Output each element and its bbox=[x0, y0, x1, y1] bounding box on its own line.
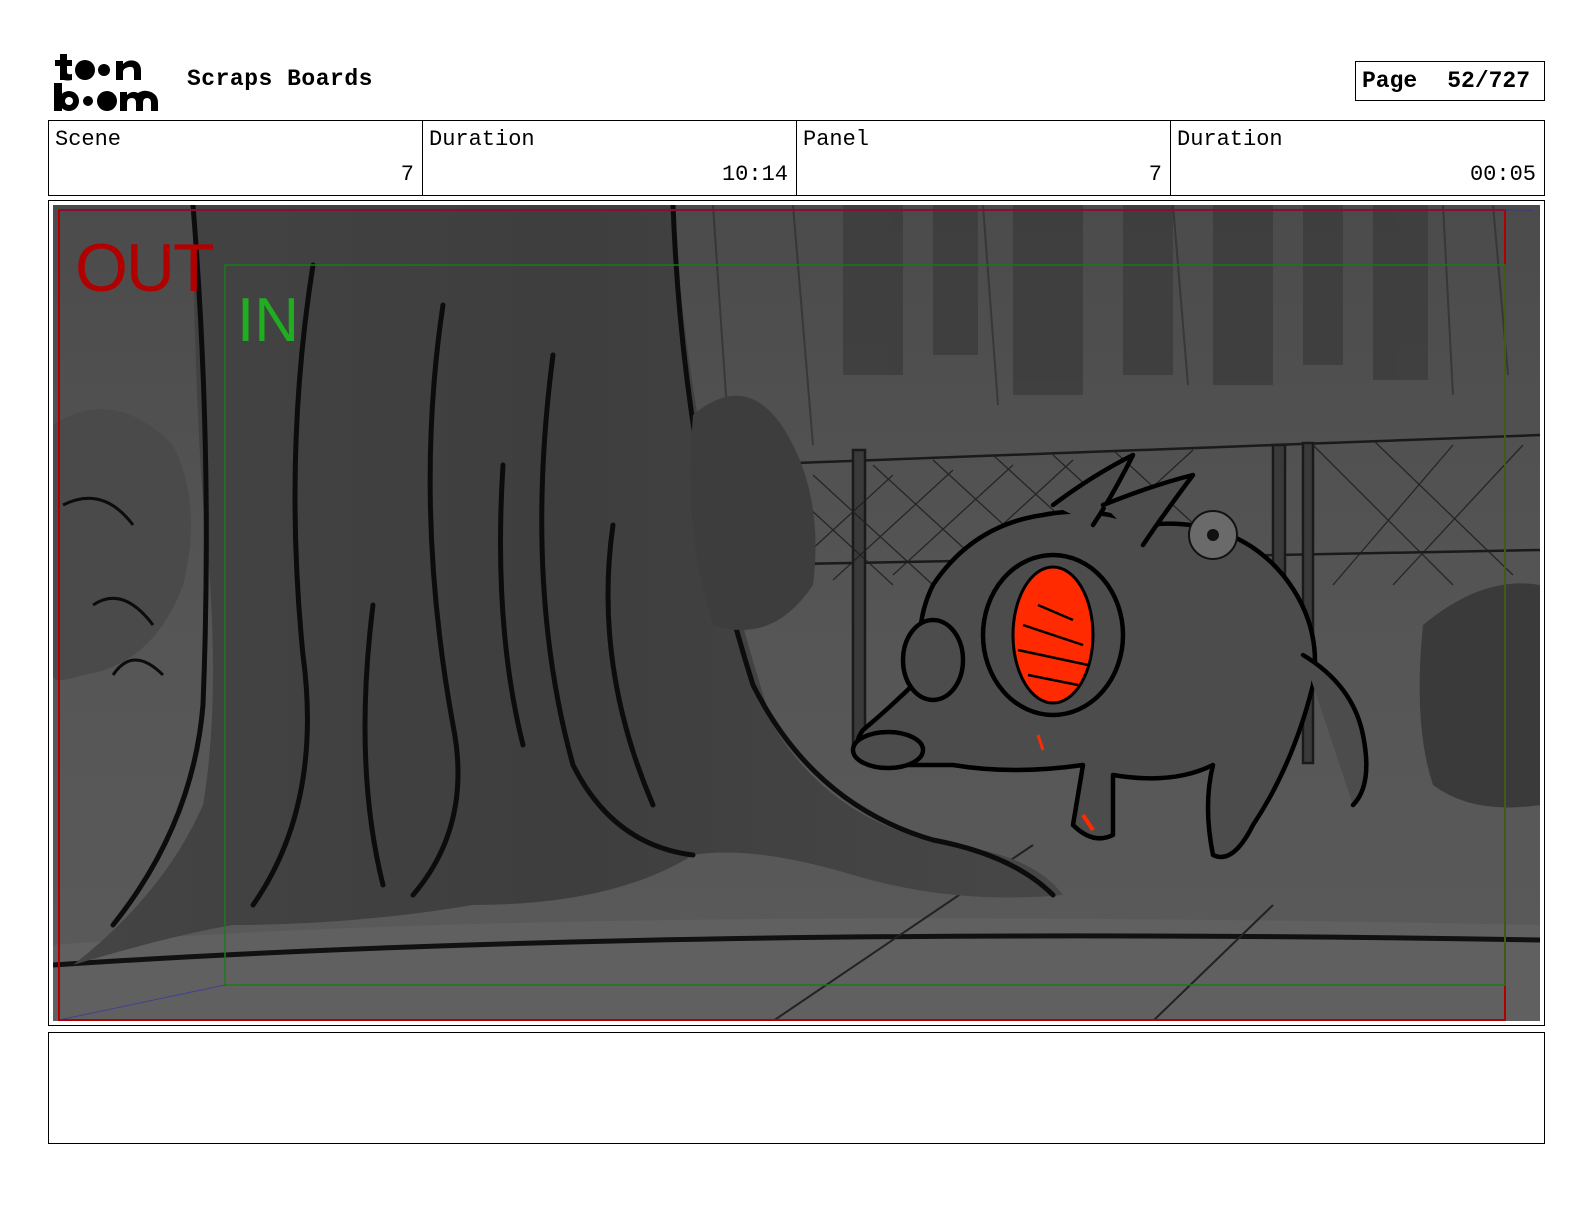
scene-value: 7 bbox=[400, 162, 414, 187]
scene-info-row: Scene 7 Duration 10:14 Panel 7 Duration … bbox=[48, 120, 1545, 196]
panel-notes-box bbox=[48, 1032, 1545, 1144]
scene-label: Scene bbox=[55, 127, 122, 152]
project-title: Scraps Boards bbox=[187, 66, 373, 92]
scene-duration-cell: Duration 10:14 bbox=[423, 121, 797, 195]
panel-duration-label: Duration bbox=[1177, 127, 1283, 152]
toon-boom-logo bbox=[52, 50, 164, 114]
page-indicator: Page 52/727 bbox=[1355, 61, 1545, 101]
page-label: Page bbox=[1362, 68, 1418, 94]
panel-label: Panel bbox=[803, 127, 870, 152]
scene-duration-label: Duration bbox=[429, 127, 535, 152]
panel-value: 7 bbox=[1148, 162, 1162, 187]
page-number: 52/727 bbox=[1447, 68, 1531, 94]
panel-duration-value: 00:05 bbox=[1469, 162, 1536, 187]
scene-duration-value: 10:14 bbox=[721, 162, 788, 187]
out-frame-label: OUT bbox=[75, 230, 215, 306]
in-frame-label: IN bbox=[237, 286, 299, 355]
scene-cell: Scene 7 bbox=[49, 121, 423, 195]
panel-duration-cell: Duration 00:05 bbox=[1171, 121, 1544, 195]
panel-cell: Panel 7 bbox=[797, 121, 1171, 195]
